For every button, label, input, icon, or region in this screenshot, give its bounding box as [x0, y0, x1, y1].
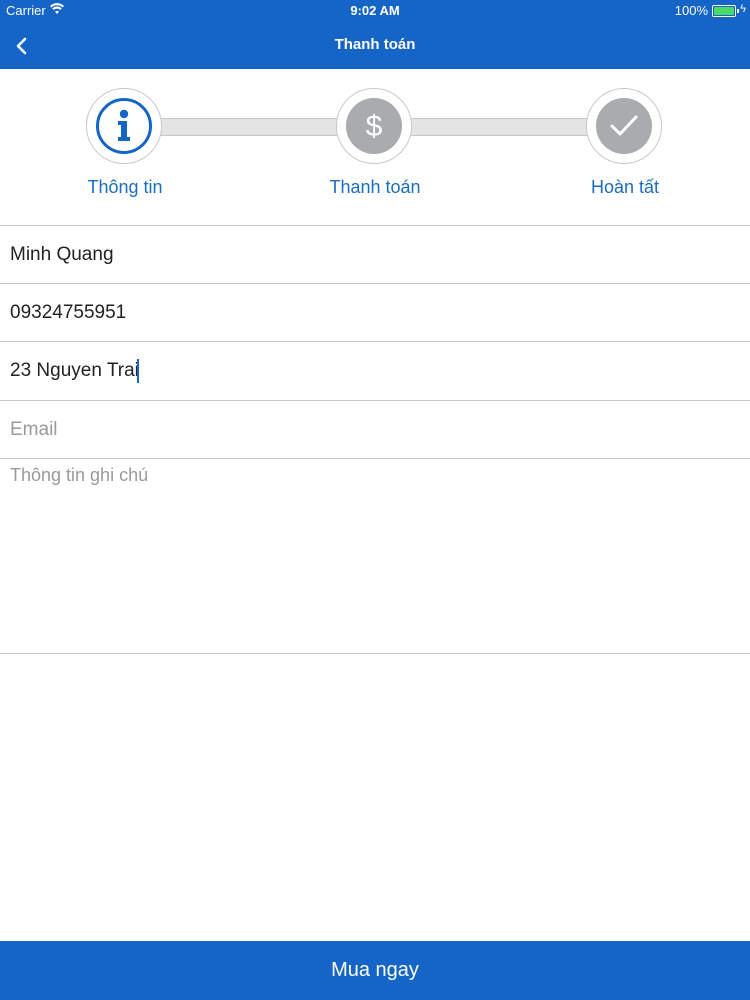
- check-icon: [610, 115, 638, 136]
- text-caret: [137, 359, 139, 383]
- address-field-row: [0, 342, 750, 401]
- step-connector: [160, 118, 340, 136]
- email-field-row: [0, 401, 750, 459]
- info-icon: [118, 109, 130, 141]
- battery-icon: [712, 5, 739, 17]
- name-input[interactable]: [10, 226, 740, 283]
- step-payment[interactable]: $: [336, 88, 412, 164]
- step-info[interactable]: [86, 88, 162, 164]
- progress-steps: $ Thông tin Thanh toán Hoàn tất: [0, 69, 750, 225]
- status-bar: Carrier 9:02 AM 100% ϟ: [0, 0, 750, 22]
- name-field-row: [0, 225, 750, 284]
- phone-field-row: [0, 284, 750, 342]
- phone-input[interactable]: [10, 284, 740, 341]
- svg-text:$: $: [366, 110, 383, 143]
- email-input[interactable]: [10, 401, 740, 458]
- top-bar: Carrier 9:02 AM 100% ϟ Thanh toán: [0, 0, 750, 69]
- step-label-payment: Thanh toán: [329, 177, 421, 197]
- nav-bar: Thanh toán: [0, 22, 750, 69]
- address-input[interactable]: [10, 342, 740, 399]
- step-complete[interactable]: [586, 88, 662, 164]
- buy-now-button[interactable]: Mua ngay: [0, 941, 750, 1000]
- battery-percent: 100%: [674, 3, 708, 18]
- status-time: 9:02 AM: [350, 3, 400, 18]
- step-label-info: Thông tin: [87, 177, 163, 197]
- dollar-icon: $: [366, 110, 383, 143]
- note-field-row: [0, 459, 750, 654]
- charging-icon: ϟ: [740, 3, 746, 15]
- step-connector: [410, 118, 590, 136]
- page-title: Thanh toán: [334, 36, 416, 53]
- step-label-complete: Hoàn tất: [590, 177, 660, 197]
- note-textarea[interactable]: [10, 465, 740, 645]
